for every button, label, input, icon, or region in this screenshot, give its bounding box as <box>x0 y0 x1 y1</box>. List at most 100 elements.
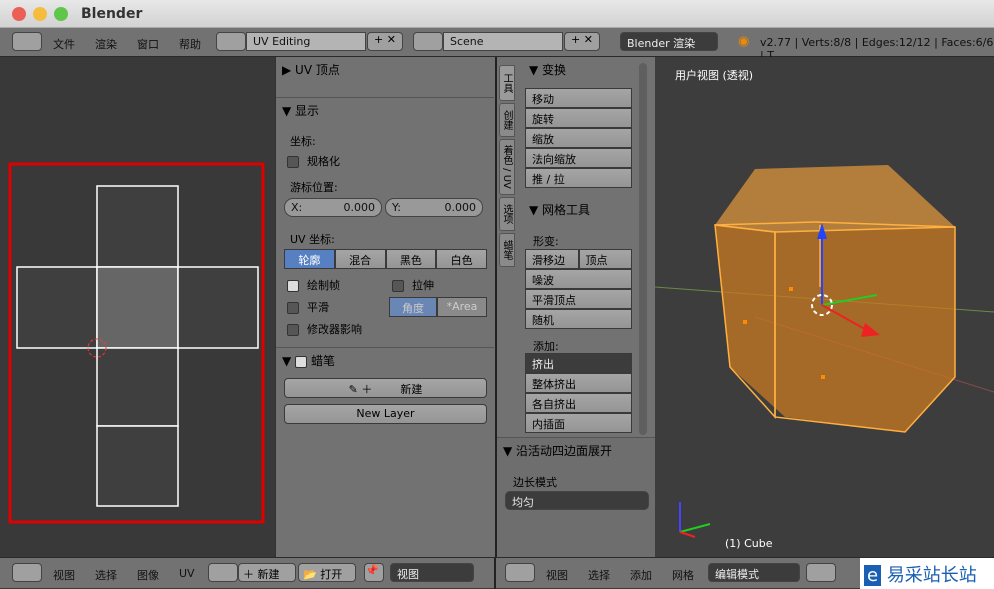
stretch-checkbox[interactable]: 拉伸 <box>392 277 434 293</box>
move-button[interactable]: 移动 <box>525 88 632 108</box>
tab-shading-uv[interactable]: 着色 / UV <box>499 139 515 195</box>
panel-title: 沿活动四边面展开 <box>516 444 613 458</box>
add-list: 挤出 整体挤出 各自挤出 内插面 <box>525 353 632 433</box>
draw-frame-checkbox[interactable]: 绘制帧 <box>287 277 340 293</box>
uv-properties-panel: ▶ UV 顶点 ▼ 显示 坐标: 规格化 游标位置: X: 0.000 Y: 0… <box>275 57 495 557</box>
tool-shelf-scrollbar[interactable] <box>639 63 647 435</box>
scene-field[interactable]: Scene <box>443 32 563 51</box>
mode-mix[interactable]: 混合 <box>334 249 386 269</box>
label: Y: <box>392 201 401 214</box>
panel-display[interactable]: ▼ 显示 <box>276 97 494 119</box>
3d-menu-select[interactable]: 选择 <box>588 567 610 583</box>
cursor-x-field[interactable]: X: 0.000 <box>284 198 382 217</box>
edge-mode-label: 边长模式 <box>513 476 557 489</box>
uv-view-select[interactable]: 视图 <box>390 563 474 582</box>
menu-file[interactable]: 文件 <box>53 36 75 52</box>
scene-icon[interactable] <box>413 32 443 51</box>
close-button[interactable] <box>12 7 26 21</box>
new-grease-button[interactable]: ✎ ＋ 新建 <box>284 378 487 398</box>
render-engine-select[interactable]: Blender 渲染 <box>620 32 718 51</box>
modifier-checkbox[interactable]: 修改器影响 <box>287 321 362 337</box>
scale-button[interactable]: 缩放 <box>525 128 632 148</box>
panel-uv-vertex[interactable]: ▶ UV 顶点 <box>276 57 494 79</box>
3d-viewport[interactable]: 用户视图 (透视) (1) Cube <box>655 57 994 557</box>
label: 绘制帧 <box>307 279 340 292</box>
extrude-region-button[interactable]: 整体挤出 <box>525 373 632 393</box>
edge-slide-button[interactable]: 滑移边 <box>525 249 579 269</box>
uv-draw-mode-group: 轮廓 混合 黑色 白色 <box>284 249 487 269</box>
watermark-logo: e 易采站长站 <box>860 558 994 589</box>
push-pull-button[interactable]: 推 / 拉 <box>525 168 632 188</box>
mode-black[interactable]: 黑色 <box>385 249 437 269</box>
scene-add-remove[interactable]: + ✕ <box>564 32 600 51</box>
smooth-checkbox[interactable]: 平滑 <box>287 299 329 315</box>
viewport-canvas[interactable] <box>655 57 994 557</box>
panel-grease-pencil[interactable]: ▼ 蜡笔 <box>276 347 494 369</box>
minimize-button[interactable] <box>33 7 47 21</box>
stretch-area-button[interactable]: *Area <box>437 297 487 317</box>
pin-icon[interactable]: 📌 <box>364 563 384 582</box>
uv-editor[interactable] <box>0 57 275 557</box>
label: X: <box>291 201 303 214</box>
3d-menu-add[interactable]: 添加 <box>630 567 652 583</box>
panel-title: 蜡笔 <box>311 354 336 368</box>
shrink-fatten-button[interactable]: 法向缩放 <box>525 148 632 168</box>
extrude-individual-button[interactable]: 各自挤出 <box>525 393 632 413</box>
mode-outline[interactable]: 轮廓 <box>284 249 335 269</box>
pivot-select[interactable] <box>806 563 836 582</box>
panel-transform[interactable]: ▼ 变换 <box>523 57 572 79</box>
edge-mode-select[interactable]: 均匀 <box>505 491 649 510</box>
label: 平滑 <box>307 301 329 314</box>
uv-menu-image[interactable]: 图像 <box>137 567 159 583</box>
panel-title: 网格工具 <box>542 203 591 217</box>
add-label: 添加: <box>533 340 559 353</box>
menu-help[interactable]: 帮助 <box>179 36 201 52</box>
menu-window[interactable]: 窗口 <box>137 36 159 52</box>
mode-white[interactable]: 白色 <box>436 249 487 269</box>
noise-button[interactable]: 噪波 <box>525 269 632 289</box>
label: 打开 <box>320 568 343 581</box>
info-editor-type-button[interactable] <box>12 32 42 51</box>
image-browse-button[interactable] <box>208 563 238 582</box>
rotate-button[interactable]: 旋转 <box>525 108 632 128</box>
3d-menu-mesh[interactable]: 网格 <box>672 567 694 583</box>
tool-shelf: 工具 创建 着色 / UV 选项 蜡笔 ▼ 变换 移动 旋转 缩放 法向缩放 推… <box>495 57 655 557</box>
cursor-y-field[interactable]: Y: 0.000 <box>385 198 483 217</box>
layout-add-remove[interactable]: + ✕ <box>367 32 403 51</box>
active-object-label: (1) Cube <box>725 537 773 550</box>
value: 0.000 <box>343 201 376 214</box>
new-layer-button[interactable]: New Layer <box>284 404 487 424</box>
uv-canvas[interactable] <box>0 57 275 557</box>
divider <box>494 558 496 589</box>
mode-select[interactable]: 编辑模式 <box>708 563 800 582</box>
axis-gizmo-icon <box>679 502 711 538</box>
tab-create[interactable]: 创建 <box>499 103 515 137</box>
normalized-checkbox[interactable]: 规格化 <box>287 153 340 169</box>
3d-menu-view[interactable]: 视图 <box>546 567 568 583</box>
randomize-button[interactable]: 随机 <box>525 309 632 329</box>
layout-icon[interactable] <box>216 32 246 51</box>
stretch-angle-button[interactable]: 角度 <box>389 297 437 317</box>
tab-options[interactable]: 选项 <box>499 197 515 231</box>
open-image-button[interactable]: 📂 打开 <box>298 563 356 582</box>
vertex-slide-button[interactable]: 顶点 <box>578 249 632 269</box>
uv-menu-uv[interactable]: UV <box>179 567 195 580</box>
label: 规格化 <box>307 155 340 168</box>
new-image-button[interactable]: ＋ 新建 <box>238 563 296 582</box>
operator-title[interactable]: ▼ 沿活动四边面展开 <box>497 438 655 460</box>
maximize-button[interactable] <box>54 7 68 21</box>
deform-list: 滑移边 顶点 噪波 平滑顶点 随机 <box>525 249 632 329</box>
uv-menu-view[interactable]: 视图 <box>53 567 75 583</box>
3d-editor-type-button[interactable] <box>505 563 535 582</box>
panel-mesh-tools[interactable]: ▼ 网格工具 <box>523 197 596 219</box>
uv-editor-type-button[interactable] <box>12 563 42 582</box>
smooth-vertex-button[interactable]: 平滑顶点 <box>525 289 632 309</box>
panel-title: UV 顶点 <box>295 63 340 77</box>
uv-menu-select[interactable]: 选择 <box>95 567 117 583</box>
menu-render[interactable]: 渲染 <box>95 36 117 52</box>
inset-faces-button[interactable]: 内插面 <box>525 413 632 433</box>
extrude-select[interactable]: 挤出 <box>525 353 632 373</box>
layout-field[interactable]: UV Editing <box>246 32 366 51</box>
tab-grease-pencil[interactable]: 蜡笔 <box>499 233 515 267</box>
tab-tools[interactable]: 工具 <box>499 65 515 101</box>
